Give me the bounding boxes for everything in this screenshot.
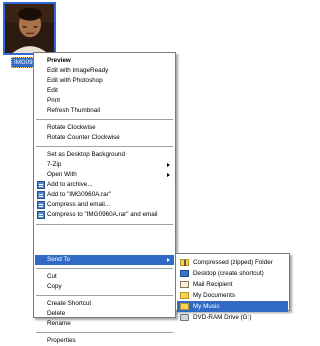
menu-separator	[36, 146, 173, 147]
send-to-my-music[interactable]: My Music	[177, 301, 288, 312]
my-documents-folder-icon	[180, 292, 189, 299]
menu-item-edit[interactable]: Edit	[35, 86, 174, 96]
winrar-icon	[37, 181, 45, 189]
menu-item-rotate-clockwise[interactable]: Rotate Clockwise	[35, 123, 174, 133]
winrar-icon	[37, 201, 45, 209]
menu-item-rotate-counter-clockwise[interactable]: Rotate Counter Clockwise	[35, 133, 174, 143]
menu-item-refresh-thumbnail[interactable]: Refresh Thumbnail	[35, 106, 174, 116]
photo-image	[5, 4, 54, 53]
send-to-submenu: Compressed (zipped) Folder Desktop (crea…	[175, 253, 290, 321]
submenu-arrow-icon	[167, 163, 170, 167]
menu-separator	[36, 224, 173, 225]
submenu-arrow-icon	[167, 258, 170, 262]
send-to-dvd-drive[interactable]: DVD-RAM Drive (G:)	[177, 312, 288, 323]
context-menu: Preview Edit with ImageReady Edit with P…	[33, 52, 176, 344]
mail-icon	[180, 281, 189, 288]
menu-item-send-to[interactable]: Send To	[35, 255, 174, 265]
menu-item-add-to-rar[interactable]: Add to "IMG0960A.rar"	[35, 190, 174, 200]
menu-item-edit-photoshop[interactable]: Edit with Photoshop	[35, 76, 174, 86]
menu-item-copy[interactable]: Copy	[35, 282, 174, 292]
menu-separator	[36, 295, 173, 296]
menu-separator	[36, 268, 173, 269]
menu-item-add-to-archive[interactable]: Add to archive...	[35, 180, 174, 190]
menu-item-open-with[interactable]: Open With	[35, 170, 174, 180]
send-to-my-documents[interactable]: My Documents	[177, 290, 288, 301]
menu-item-compress-email[interactable]: Compress and email...	[35, 200, 174, 210]
desktop-icon	[180, 270, 189, 277]
menu-item-edit-imageready[interactable]: Edit with ImageReady	[35, 66, 174, 76]
winrar-icon	[37, 211, 45, 219]
menu-item-set-desktop-background[interactable]: Set as Desktop Background	[35, 150, 174, 160]
menu-item-preview[interactable]: Preview	[35, 56, 174, 66]
menu-separator	[36, 332, 173, 333]
menu-item-create-shortcut[interactable]: Create Shortcut	[35, 299, 174, 309]
menu-item-7zip[interactable]: 7-Zip	[35, 160, 174, 170]
menu-item-rename[interactable]: Rename	[35, 319, 174, 329]
file-thumbnail[interactable]	[3, 2, 56, 55]
send-to-mail-recipient[interactable]: Mail Recipient	[177, 279, 288, 290]
menu-item-print[interactable]: Print	[35, 96, 174, 106]
send-to-compressed-folder[interactable]: Compressed (zipped) Folder	[177, 257, 288, 268]
menu-item-properties[interactable]: Properties	[35, 336, 174, 346]
menu-separator	[36, 119, 173, 120]
winrar-icon	[37, 191, 45, 199]
menu-item-cut[interactable]: Cut	[35, 272, 174, 282]
send-to-desktop[interactable]: Desktop (create shortcut)	[177, 268, 288, 279]
zip-folder-icon	[180, 259, 189, 266]
menu-item-compress-to-rar-email[interactable]: Compress to "IMG0960A.rar" and email	[35, 210, 174, 220]
menu-item-delete[interactable]: Delete	[35, 309, 174, 319]
my-music-folder-icon	[180, 303, 189, 310]
submenu-arrow-icon	[167, 173, 170, 177]
